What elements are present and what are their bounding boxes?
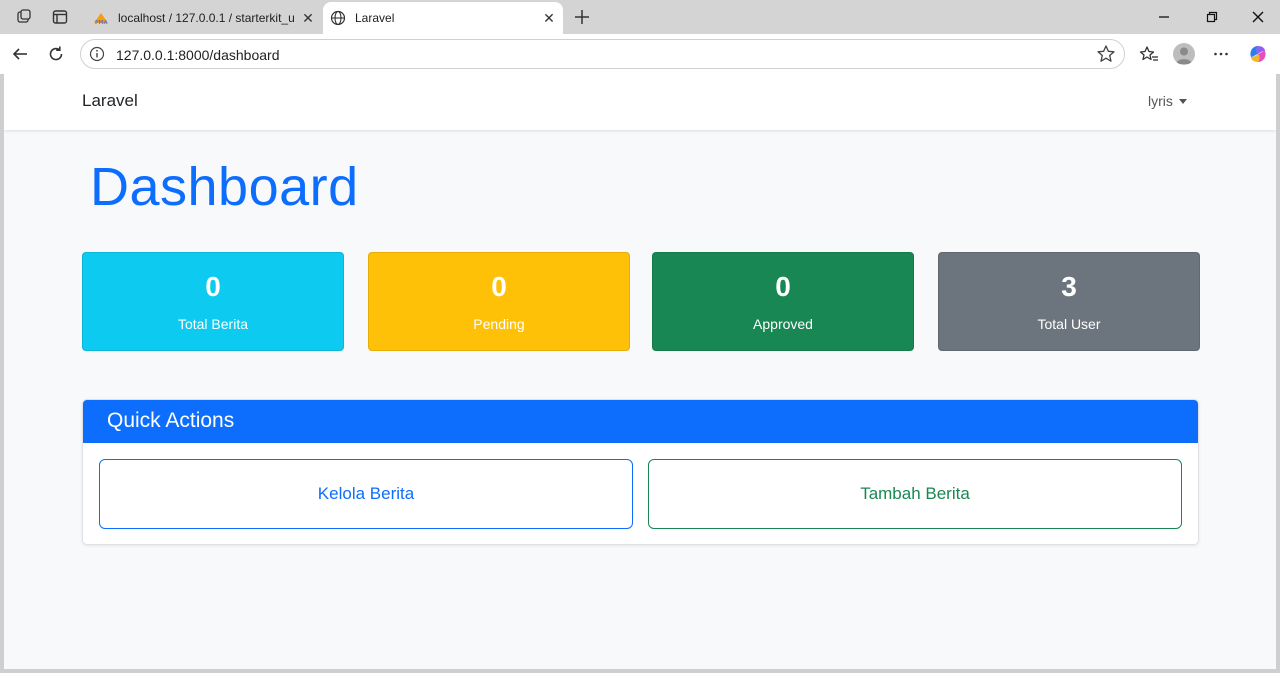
close-window-icon[interactable] [1244, 5, 1272, 29]
stat-card-approved: 0 Approved [652, 252, 914, 351]
stat-card-pending: 0 Pending [368, 252, 630, 351]
stat-label: Total Berita [177, 316, 249, 332]
browser-tabstrip: PMA localhost / 127.0.0.1 / starterkit_u… [0, 0, 1280, 34]
stat-card-total-user: 3 Total User [938, 252, 1200, 351]
profile-avatar-icon[interactable] [1173, 43, 1195, 65]
stat-label: Pending [473, 316, 525, 332]
tambah-berita-button[interactable]: Tambah Berita [648, 459, 1182, 529]
stat-label: Total User [1037, 316, 1101, 332]
favorites-icon[interactable] [1137, 42, 1161, 66]
caret-down-icon [1178, 99, 1187, 104]
reload-icon[interactable] [44, 42, 68, 66]
stat-value: 0 [775, 271, 791, 302]
quick-actions-title: Quick Actions [107, 409, 235, 432]
new-tab-icon[interactable] [570, 5, 594, 29]
favorite-star-icon[interactable] [1096, 44, 1116, 64]
back-icon[interactable] [8, 42, 32, 66]
restore-icon[interactable] [1198, 5, 1226, 29]
app-navbar: Laravel lyris [4, 74, 1276, 130]
tab-actions-icon[interactable] [49, 6, 71, 28]
quick-actions-card: Quick Actions Kelola Berita Tambah Berit… [82, 399, 1199, 545]
tab-title: Laravel [355, 11, 395, 25]
stat-value: 3 [1061, 271, 1077, 302]
phpmyadmin-icon: PMA [92, 9, 110, 27]
tab-phpmyadmin[interactable]: PMA localhost / 127.0.0.1 / starterkit_u… [86, 2, 322, 34]
stat-value: 0 [205, 271, 221, 302]
user-dropdown[interactable]: lyris [1148, 93, 1187, 109]
quick-actions-header: Quick Actions [83, 400, 1198, 443]
navbar-brand[interactable]: Laravel [82, 91, 138, 111]
minimize-icon[interactable] [1150, 5, 1178, 29]
stat-value: 0 [491, 271, 507, 302]
user-name: lyris [1148, 93, 1173, 109]
svg-text:PMA: PMA [95, 20, 108, 25]
stat-label: Approved [753, 316, 813, 332]
tab-laravel[interactable]: Laravel ✕ [323, 2, 563, 34]
url-text: 127.0.0.1:8000/dashboard [116, 47, 280, 63]
address-bar[interactable]: 127.0.0.1:8000/dashboard [80, 39, 1125, 69]
workspaces-icon[interactable] [13, 6, 35, 28]
more-menu-icon[interactable] [1209, 42, 1233, 66]
copilot-icon[interactable] [1246, 42, 1270, 66]
page-title: Dashboard [90, 157, 359, 217]
browser-toolbar: 127.0.0.1:8000/dashboard [0, 34, 1280, 74]
close-tab-icon[interactable]: ✕ [539, 8, 559, 28]
page-viewport: Laravel lyris Dashboard 0 Total Berita 0… [4, 74, 1276, 669]
globe-icon [329, 9, 347, 27]
site-info-icon[interactable] [89, 46, 105, 62]
tab-title: localhost / 127.0.0.1 / starterkit_u [118, 11, 295, 25]
stat-card-total-berita: 0 Total Berita [82, 252, 344, 351]
close-tab-icon[interactable]: ✕ [298, 8, 318, 28]
kelola-berita-button[interactable]: Kelola Berita [99, 459, 633, 529]
